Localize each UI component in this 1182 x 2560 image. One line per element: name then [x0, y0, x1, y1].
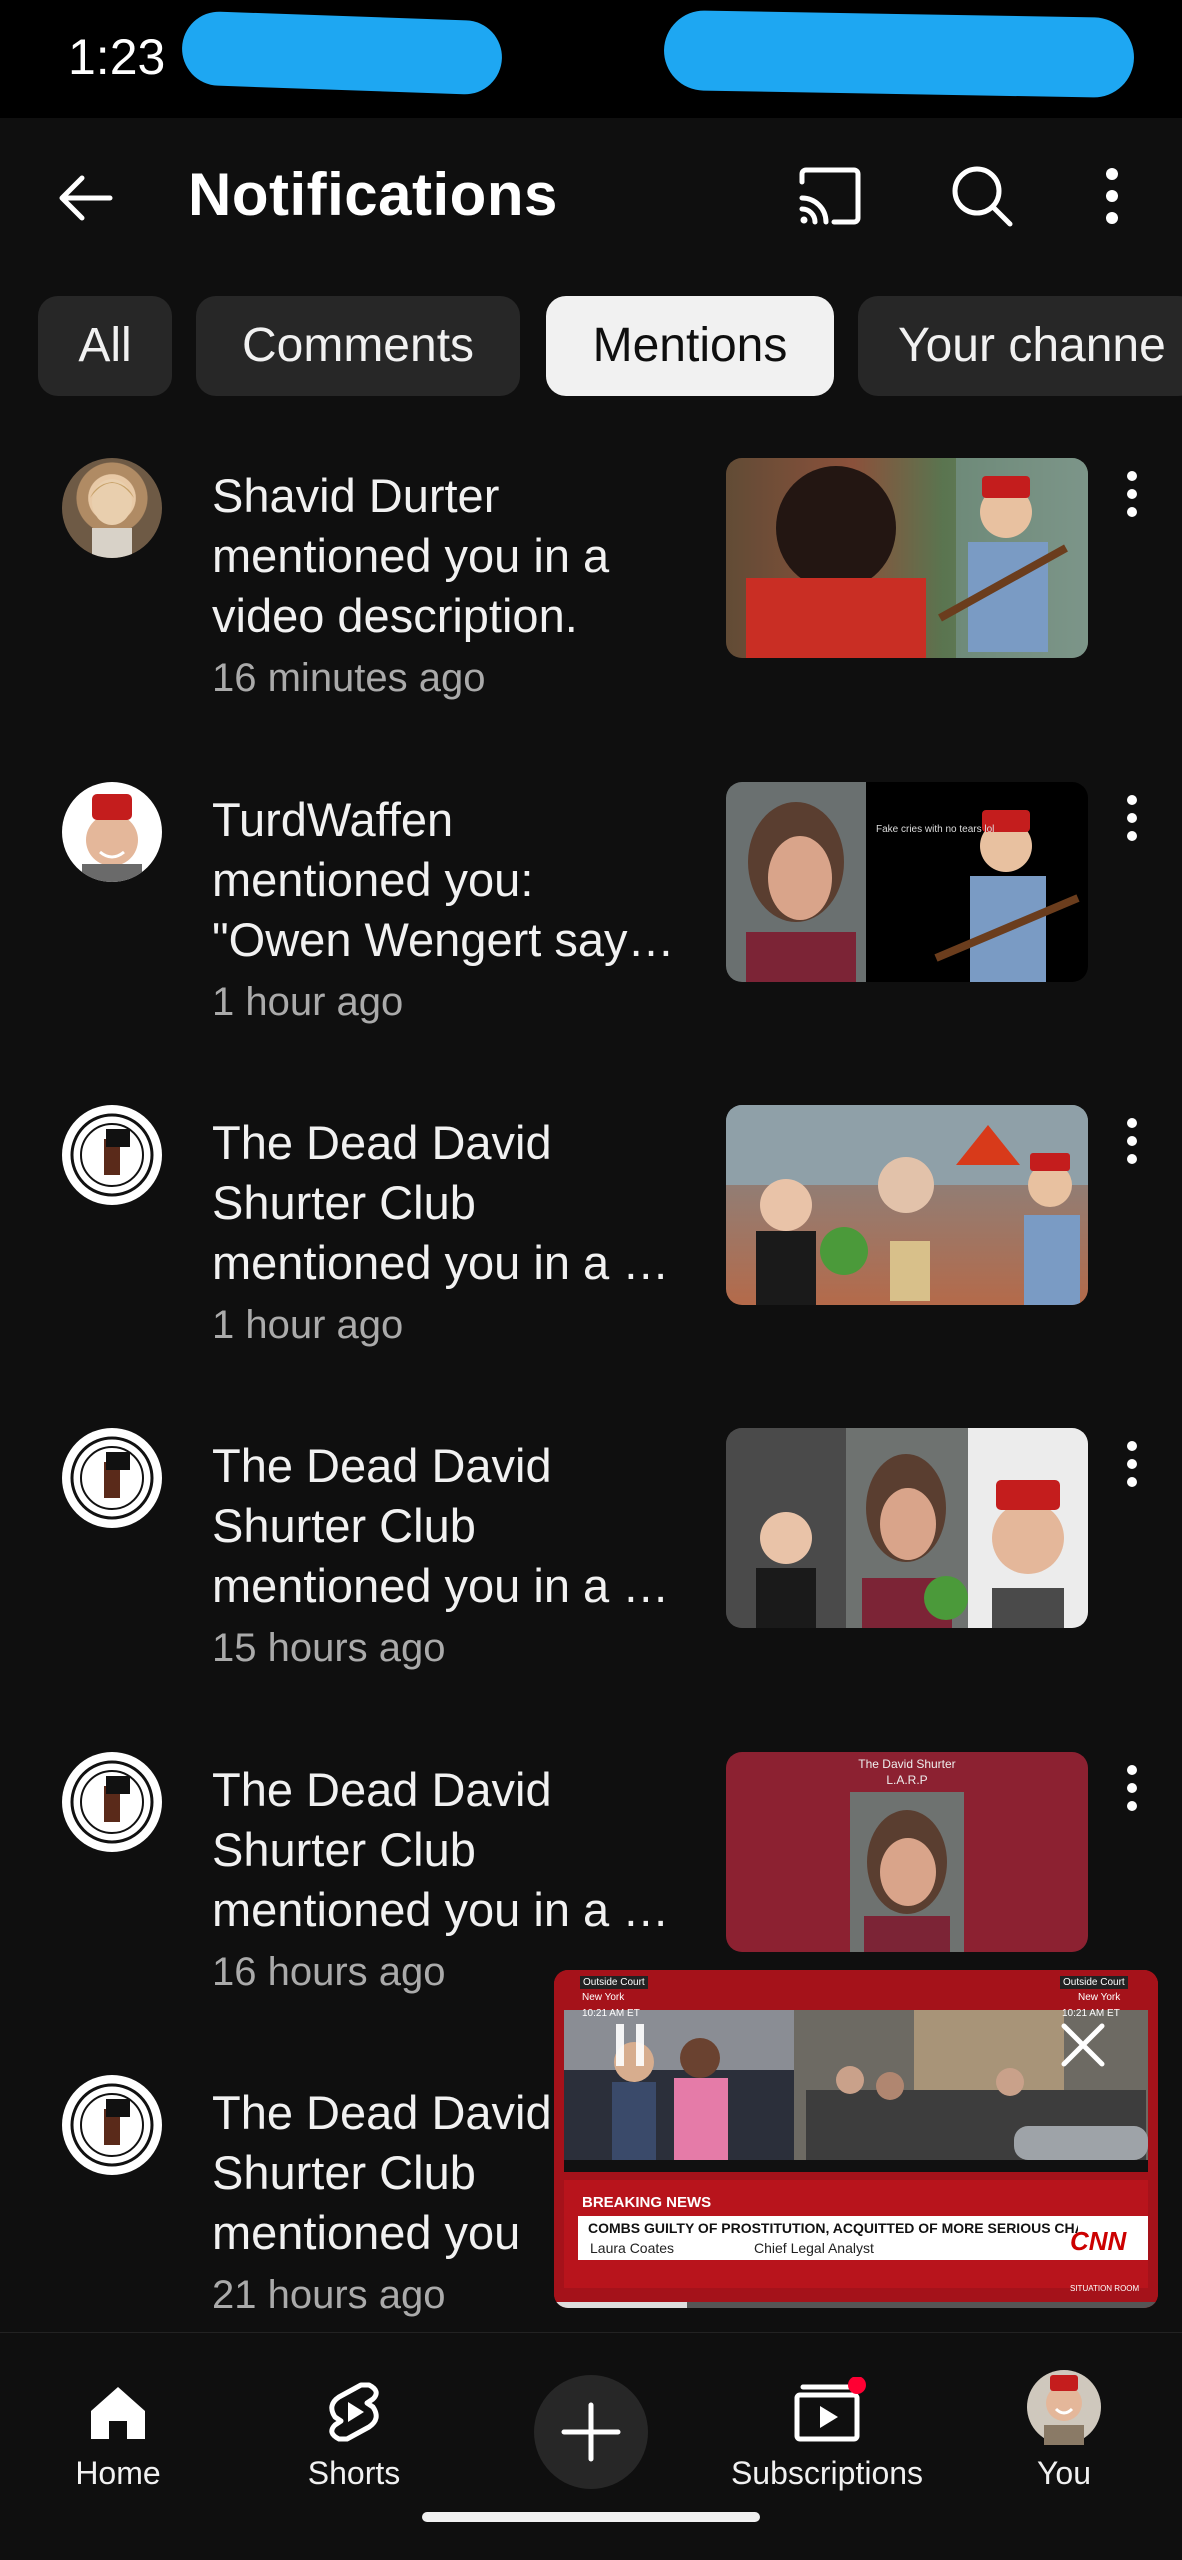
- back-arrow-icon[interactable]: [50, 162, 122, 234]
- anchor-name: Laura Coates: [590, 2240, 675, 2256]
- nav-you-label: You: [1037, 2455, 1091, 2491]
- chip-mentions[interactable]: Mentions: [546, 296, 834, 396]
- notification-text: TurdWaffen mentioned you: "Owen Wengert …: [212, 790, 702, 1030]
- thumbnail-caption: The David Shurter L.A.R.P: [858, 1757, 956, 1787]
- notification-line: mentioned you in a …: [212, 1883, 670, 1936]
- notification-line: Shavid Durter: [212, 469, 500, 522]
- mini-player-progress-fill: [554, 2302, 687, 2308]
- nav-shorts[interactable]: Shorts: [254, 2353, 454, 2503]
- thumbnail-caption: Fake cries with no tears lol: [876, 824, 995, 835]
- notification-time: 16 minutes ago: [212, 656, 486, 700]
- headline-text: COMBS GUILTY OF PROSTITUTION, ACQUITTED …: [588, 2220, 1078, 2236]
- notification-line: mentioned you in a …: [212, 1236, 670, 1289]
- video-thumbnail[interactable]: [726, 1105, 1088, 1305]
- mini-player-progress[interactable]: [554, 2302, 1158, 2308]
- chip-comments[interactable]: Comments: [196, 296, 520, 396]
- more-vert-icon[interactable]: [1112, 1758, 1152, 1818]
- nav-home[interactable]: Home: [18, 2353, 218, 2503]
- notification-line: video description.: [212, 589, 578, 642]
- notification-line: The Dead David: [212, 1763, 552, 1816]
- location-label-left: Outside Court: [580, 1976, 648, 1989]
- notification-line: mentioned you in a …: [212, 1559, 670, 1612]
- mini-player[interactable]: Outside Court New York 10:21 AM ET Outsi…: [554, 1970, 1158, 2308]
- avatar: [62, 1428, 162, 1528]
- nav-you[interactable]: You: [964, 2353, 1164, 2503]
- notification-item[interactable]: TurdWaffen mentioned you: "Owen Wengert …: [0, 782, 1182, 1082]
- notification-line: Shurter Club: [212, 1499, 476, 1552]
- clock-label-left: 10:21 AM ET: [582, 2008, 640, 2019]
- nav-shorts-label: Shorts: [307, 2455, 401, 2491]
- notification-time: 15 hours ago: [212, 1626, 446, 1670]
- notification-text: The Dead David Shurter Club mentioned yo…: [212, 1760, 702, 2000]
- search-icon[interactable]: [944, 158, 1020, 234]
- avatar: [62, 1752, 162, 1852]
- nav-subscriptions-label: Subscriptions: [730, 2455, 924, 2491]
- subscriptions-icon: [794, 2377, 866, 2442]
- bottom-nav: Home Shorts Subscriptions You: [0, 2332, 1182, 2560]
- status-bar: 1:23: [0, 0, 1182, 118]
- redaction-mark-right: [663, 9, 1135, 99]
- filter-chips: All Comments Mentions Your channe: [0, 296, 1182, 396]
- pause-icon[interactable]: [610, 2020, 650, 2070]
- clock-label-right: 10:21 AM ET: [1062, 2008, 1120, 2019]
- notification-time: 1 hour ago: [212, 980, 404, 1024]
- notification-line: Shurter Club: [212, 1823, 476, 1876]
- video-thumbnail[interactable]: [726, 1428, 1088, 1628]
- home-icon: [91, 2387, 145, 2439]
- location-label-right: Outside Court: [1060, 1976, 1128, 1989]
- notification-text: Shavid Durter mentioned you in a video d…: [212, 466, 702, 706]
- chip-your-channel[interactable]: Your channe: [858, 296, 1182, 396]
- notification-text: The Dead David Shurter Club mentioned yo…: [212, 1113, 702, 1353]
- network-logo: CNN: [1070, 2226, 1127, 2256]
- redaction-mark-left: [180, 10, 504, 96]
- anchor-role: Chief Legal Analyst: [754, 2240, 874, 2256]
- notification-line: TurdWaffen: [212, 793, 454, 846]
- notification-line: The Dead David: [212, 1116, 552, 1169]
- more-vert-icon[interactable]: [1112, 1111, 1152, 1171]
- notification-text: The Dead David Shurter Club mentioned yo…: [212, 1436, 702, 1676]
- create-button[interactable]: [534, 2375, 648, 2489]
- more-vert-icon[interactable]: [1112, 1434, 1152, 1494]
- notification-line: mentioned you:: [212, 853, 534, 906]
- more-vert-icon[interactable]: [1112, 464, 1152, 524]
- profile-avatar: [1027, 2370, 1101, 2445]
- notification-line: Shurter Club: [212, 1176, 476, 1229]
- notification-line: "Owen Wengert say…: [212, 913, 675, 966]
- breaking-news-label: BREAKING NEWS: [582, 2194, 712, 2211]
- avatar: [62, 458, 162, 558]
- nav-home-label: Home: [75, 2455, 161, 2491]
- shorts-icon: [329, 2382, 379, 2442]
- chip-all[interactable]: All: [38, 296, 172, 396]
- status-time: 1:23: [68, 29, 166, 85]
- program-tag: SITUATION ROOM: [1070, 2284, 1140, 2293]
- app-bar: Notifications: [0, 118, 1182, 276]
- home-indicator[interactable]: [422, 2512, 760, 2522]
- avatar: [62, 1105, 162, 1205]
- video-thumbnail[interactable]: The David Shurter L.A.R.P: [726, 1752, 1088, 1952]
- avatar: [62, 782, 162, 882]
- cast-icon[interactable]: [792, 158, 868, 234]
- notification-item[interactable]: The Dead David Shurter Club mentioned yo…: [0, 1105, 1182, 1405]
- notification-line: The Dead David: [212, 1439, 552, 1492]
- avatar: [62, 2075, 162, 2175]
- nav-subscriptions[interactable]: Subscriptions: [726, 2353, 928, 2503]
- video-thumbnail[interactable]: Fake cries with no tears lol: [726, 782, 1088, 982]
- plus-icon: [561, 2402, 621, 2462]
- city-label-right: New York: [1078, 1992, 1121, 2003]
- more-vert-icon[interactable]: [1112, 788, 1152, 848]
- notification-time: 1 hour ago: [212, 1303, 404, 1347]
- more-vert-icon[interactable]: [1086, 158, 1138, 234]
- close-icon[interactable]: [1058, 2020, 1108, 2070]
- page-title: Notifications: [188, 161, 558, 228]
- notification-item[interactable]: Shavid Durter mentioned you in a video d…: [0, 458, 1182, 758]
- notification-item[interactable]: The Dead David Shurter Club mentioned yo…: [0, 1428, 1182, 1728]
- notification-line: mentioned you in a: [212, 529, 610, 582]
- video-thumbnail[interactable]: [726, 458, 1088, 658]
- city-label-left: New York: [582, 1992, 625, 2003]
